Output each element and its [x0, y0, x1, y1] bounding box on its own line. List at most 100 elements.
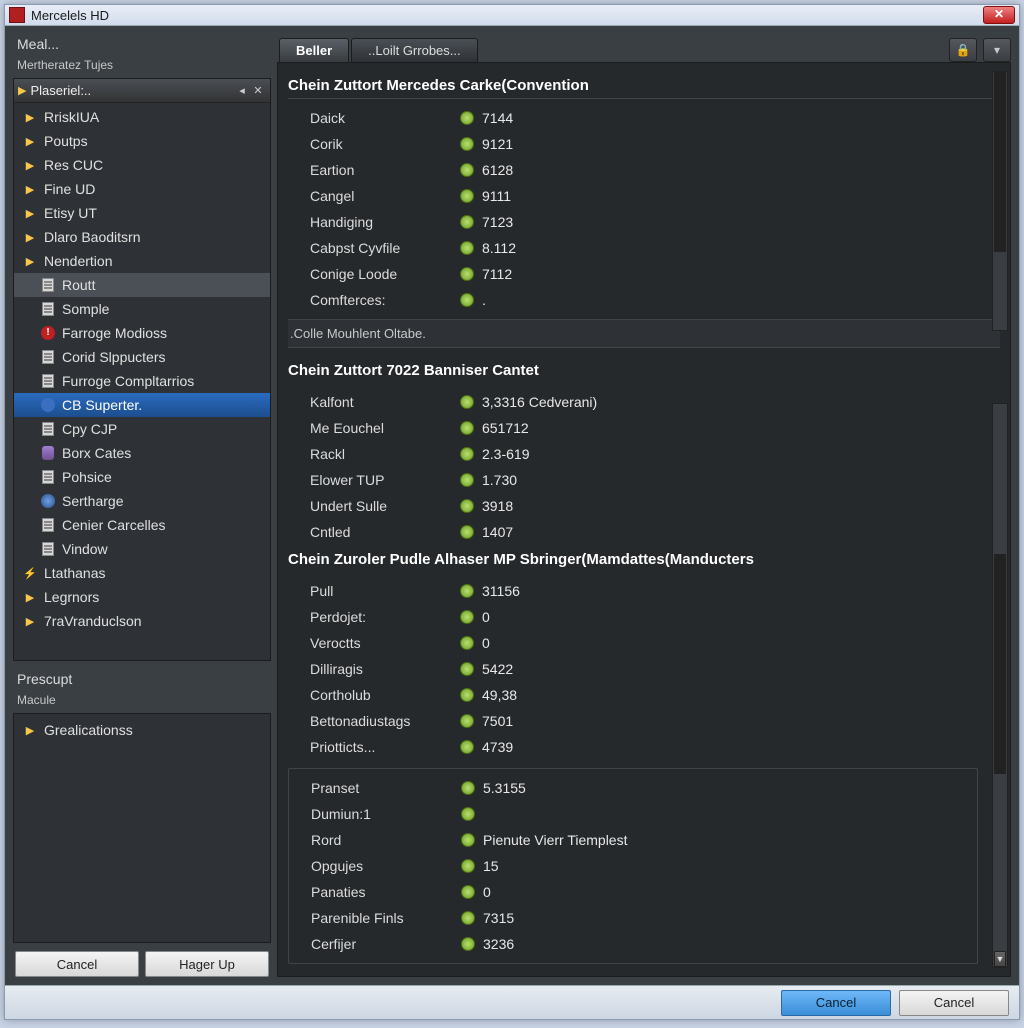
check-icon [461, 807, 475, 821]
cancel-button[interactable]: Cancel [15, 951, 139, 977]
property-row: RordPienute Vierr Tiemplest [311, 827, 977, 853]
property-name: Cortholub [310, 687, 460, 703]
tree-item[interactable]: CB Superter. [14, 393, 270, 417]
tree-item[interactable]: Routt [14, 273, 270, 297]
prescupt-tree[interactable]: ▶Grealicationss [14, 714, 270, 942]
check-icon [460, 499, 474, 513]
tree-item[interactable]: ▶Dlaro Baoditsrn [14, 225, 270, 249]
check-icon [460, 163, 474, 177]
property-name: Pranset [311, 780, 461, 796]
arrow-icon: ▶ [18, 84, 26, 97]
lock-icon[interactable]: 🔒 [949, 38, 977, 62]
tree[interactable]: ▶RriskIUA▶Poutps▶Res CUC▶Fine UD▶Etisy U… [14, 103, 270, 660]
property-row: Bettonadiustags7501 [310, 708, 1000, 734]
property-row: Priotticts...4739 [310, 734, 1000, 760]
property-value: 7144 [482, 110, 513, 126]
arrow-icon: ▶ [22, 205, 38, 221]
tree-item-label: Poutps [44, 133, 88, 149]
property-name: Cabpst Cyvfile [310, 240, 460, 256]
tab-loilt-grrobes[interactable]: ..Loilt Grrobes... [351, 38, 477, 62]
tree-item-label: Cenier Carcelles [62, 517, 165, 533]
menu-label[interactable]: Meal... [13, 34, 271, 54]
tree-item[interactable]: !Farroge Modioss [14, 321, 270, 345]
check-icon [460, 267, 474, 281]
tree-item[interactable]: ▶RriskIUA [14, 105, 270, 129]
close-button[interactable]: ✕ [983, 6, 1015, 24]
tree-item-label: Ltathanas [44, 565, 106, 581]
document-icon [40, 277, 56, 293]
check-icon [460, 137, 474, 151]
hager-up-button[interactable]: Hager Up [145, 951, 269, 977]
tree-item[interactable]: Cpy CJP [14, 417, 270, 441]
section4-props: Pranset5.3155Dumiun:1RordPienute Vierr T… [311, 775, 977, 957]
dropdown-icon[interactable]: ▾ [983, 38, 1011, 62]
property-row: Dilliragis5422 [310, 656, 1000, 682]
check-icon [460, 111, 474, 125]
scroll-area[interactable]: Chein Zuttort Mercedes Carke(Convention … [278, 63, 1010, 976]
tree-item[interactable]: Cenier Carcelles [14, 513, 270, 537]
scrollbar-upper[interactable] [992, 71, 1008, 331]
dialog-cancel-secondary[interactable]: Cancel [899, 990, 1009, 1016]
property-row: Handiging7123 [310, 209, 1000, 235]
arrow-icon: ▶ [22, 157, 38, 173]
tree-item-label: Routt [62, 277, 95, 293]
property-row: Cangel9111 [310, 183, 1000, 209]
property-value: 7501 [482, 713, 513, 729]
section4-group: Pranset5.3155Dumiun:1RordPienute Vierr T… [288, 768, 978, 964]
tree-item[interactable]: ▶Legrnors [14, 585, 270, 609]
tree-header: ▶ Plaseriel:.. ◂ ✕ [14, 79, 270, 103]
check-icon [460, 688, 474, 702]
globe-icon [40, 493, 56, 509]
tree-item[interactable]: Borx Cates [14, 441, 270, 465]
tree-item[interactable]: ▶Etisy UT [14, 201, 270, 225]
collapse-icon[interactable]: ◂ [234, 83, 250, 99]
property-row: Undert Sulle 3918 [310, 493, 1000, 519]
property-row: Corik9121 [310, 131, 1000, 157]
arrow-icon: ▶ [22, 181, 38, 197]
tree-item[interactable]: Somple [14, 297, 270, 321]
left-column: Meal... Mertheratez Tujes ▶ Plaseriel:..… [13, 34, 271, 977]
tree-item[interactable]: Sertharge [14, 489, 270, 513]
dialog-cancel-primary[interactable]: Cancel [781, 990, 891, 1016]
tree-item[interactable]: Vindow [14, 537, 270, 561]
tree-item[interactable]: Furroge Compltarrios [14, 369, 270, 393]
tree-item[interactable]: ▶Grealicationss [14, 718, 270, 742]
database-icon [40, 445, 56, 461]
property-name: Corik [310, 136, 460, 152]
property-name: Panaties [311, 884, 461, 900]
tab-beller[interactable]: Beller [279, 38, 349, 62]
tree-item[interactable]: ▶Res CUC [14, 153, 270, 177]
property-value: 3918 [482, 498, 513, 514]
scrollbar-lower[interactable]: ▼ [992, 403, 1008, 968]
section3-props: Pull31156Perdojet:0Veroctts0Dilliragis54… [288, 578, 1000, 760]
tree-item-label: Farroge Modioss [62, 325, 167, 341]
tab-content: Chein Zuttort Mercedes Carke(Convention … [277, 62, 1011, 977]
property-value: 651712 [482, 420, 529, 436]
property-value: 1407 [482, 524, 513, 540]
property-row: Conige Loode7112 [310, 261, 1000, 287]
app-icon [9, 7, 25, 23]
property-name: Handiging [310, 214, 460, 230]
property-value: 31156 [482, 583, 520, 599]
property-name: Daick [310, 110, 460, 126]
tree-item[interactable]: Corid Slppucters [14, 345, 270, 369]
tree-item[interactable]: ▶7raVranduclson [14, 609, 270, 633]
property-name: Undert Sulle [310, 498, 460, 514]
property-name: Parenible Finls [311, 910, 461, 926]
check-icon [460, 293, 474, 307]
tree-item[interactable]: ▶Nendertion [14, 249, 270, 273]
property-value: 4739 [482, 739, 513, 755]
tree-item[interactable]: ▶Poutps [14, 129, 270, 153]
property-row: Daick 7144 [310, 105, 1000, 131]
property-row: Comfterces:. [310, 287, 1000, 313]
check-icon [460, 525, 474, 539]
tree-item[interactable]: Pohsice [14, 465, 270, 489]
property-name: Cerfijer [311, 936, 461, 952]
property-row: Pull31156 [310, 578, 1000, 604]
sub-divider[interactable]: .Colle Mouhlent Oltabe. [288, 319, 1000, 348]
scroll-down-icon[interactable]: ▼ [994, 951, 1006, 967]
close-panel-icon[interactable]: ✕ [250, 83, 266, 99]
property-row: Opgujes15 [311, 853, 977, 879]
tree-item[interactable]: ⚡Ltathanas [14, 561, 270, 585]
tree-item[interactable]: ▶Fine UD [14, 177, 270, 201]
